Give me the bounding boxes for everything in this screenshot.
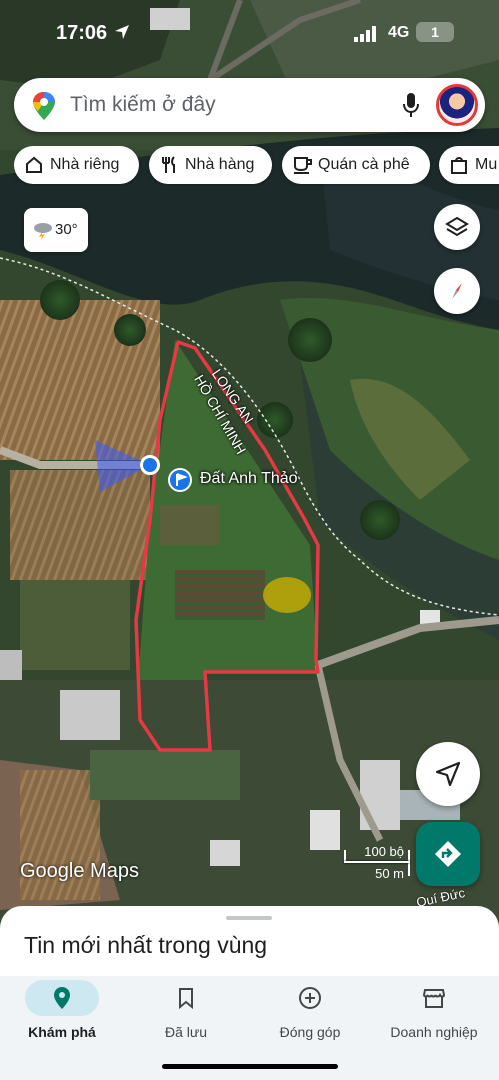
tab-label: Khám phá (28, 1024, 96, 1040)
google-maps-attribution: Google Maps (20, 860, 139, 882)
weather-widget[interactable]: 30° (24, 208, 88, 252)
sheet-drag-handle[interactable] (226, 916, 272, 920)
bookmark-icon (179, 988, 193, 1010)
signal-icon (354, 26, 376, 42)
home-icon (26, 156, 42, 173)
category-chips: Nhà riêng Nhà hàng Quán cà phê Mu (14, 146, 499, 186)
tab-business[interactable]: Doanh nghiệp (372, 976, 496, 1080)
battery-icon: 1 (416, 22, 454, 42)
coffee-icon (294, 157, 312, 174)
status-bar: 17:06 4G 1 (0, 0, 499, 66)
directions-icon (435, 841, 461, 867)
my-location-button[interactable] (416, 742, 480, 806)
search-bar[interactable]: Tìm kiếm ở đây (14, 78, 485, 132)
navigation-arrow-icon (435, 761, 461, 787)
network-type: 4G (388, 24, 410, 41)
compass-button[interactable] (434, 268, 480, 314)
explore-pin-icon (54, 987, 70, 1009)
shopping-bag-icon (451, 157, 467, 174)
thunderstorm-icon (34, 223, 52, 240)
add-circle-icon (299, 987, 321, 1009)
scale-imperial: 100 bộ (364, 844, 404, 859)
microphone-icon[interactable] (402, 92, 420, 118)
tab-explore[interactable]: Khám phá (0, 976, 124, 1080)
weather-temp: 30° (55, 221, 78, 238)
google-maps-pin-icon (33, 92, 55, 120)
layers-icon (445, 216, 469, 237)
chip-label: Quán cà phê (318, 156, 410, 173)
tab-label: Đóng góp (279, 1024, 341, 1040)
storefront-icon (422, 989, 446, 1008)
battery-level: 1 (431, 24, 439, 40)
chip-home[interactable]: Nhà riêng (14, 146, 139, 184)
tab-label: Đã lưu (164, 1024, 208, 1040)
location-arrow-icon (115, 25, 129, 39)
chip-restaurants[interactable]: Nhà hàng (149, 146, 272, 184)
place-flag-icon[interactable] (168, 468, 192, 492)
place-label[interactable]: Đất Anh Thảo (200, 470, 298, 488)
sheet-title: Tin mới nhất trong vùng (24, 932, 268, 958)
compass-icon (452, 283, 462, 299)
restaurant-icon (162, 156, 175, 173)
chip-label: Nhà hàng (185, 156, 255, 173)
scale-metric: 50 m (375, 866, 404, 881)
directions-button[interactable] (416, 822, 480, 886)
layers-button[interactable] (434, 204, 480, 250)
chip-label: Nhà riêng (50, 156, 120, 173)
current-location-dot (140, 455, 160, 475)
search-input[interactable]: Tìm kiếm ở đây (70, 93, 216, 117)
tab-label: Doanh nghiệp (390, 1024, 478, 1040)
chip-coffee[interactable]: Quán cà phê (282, 146, 430, 184)
account-avatar[interactable] (436, 84, 478, 126)
home-indicator (162, 1064, 338, 1069)
map-scale: 100 bộ 50 m (334, 842, 410, 882)
chip-label: Mu (475, 156, 498, 173)
status-time: 17:06 (56, 22, 108, 44)
chip-shopping[interactable]: Mu (439, 146, 499, 184)
